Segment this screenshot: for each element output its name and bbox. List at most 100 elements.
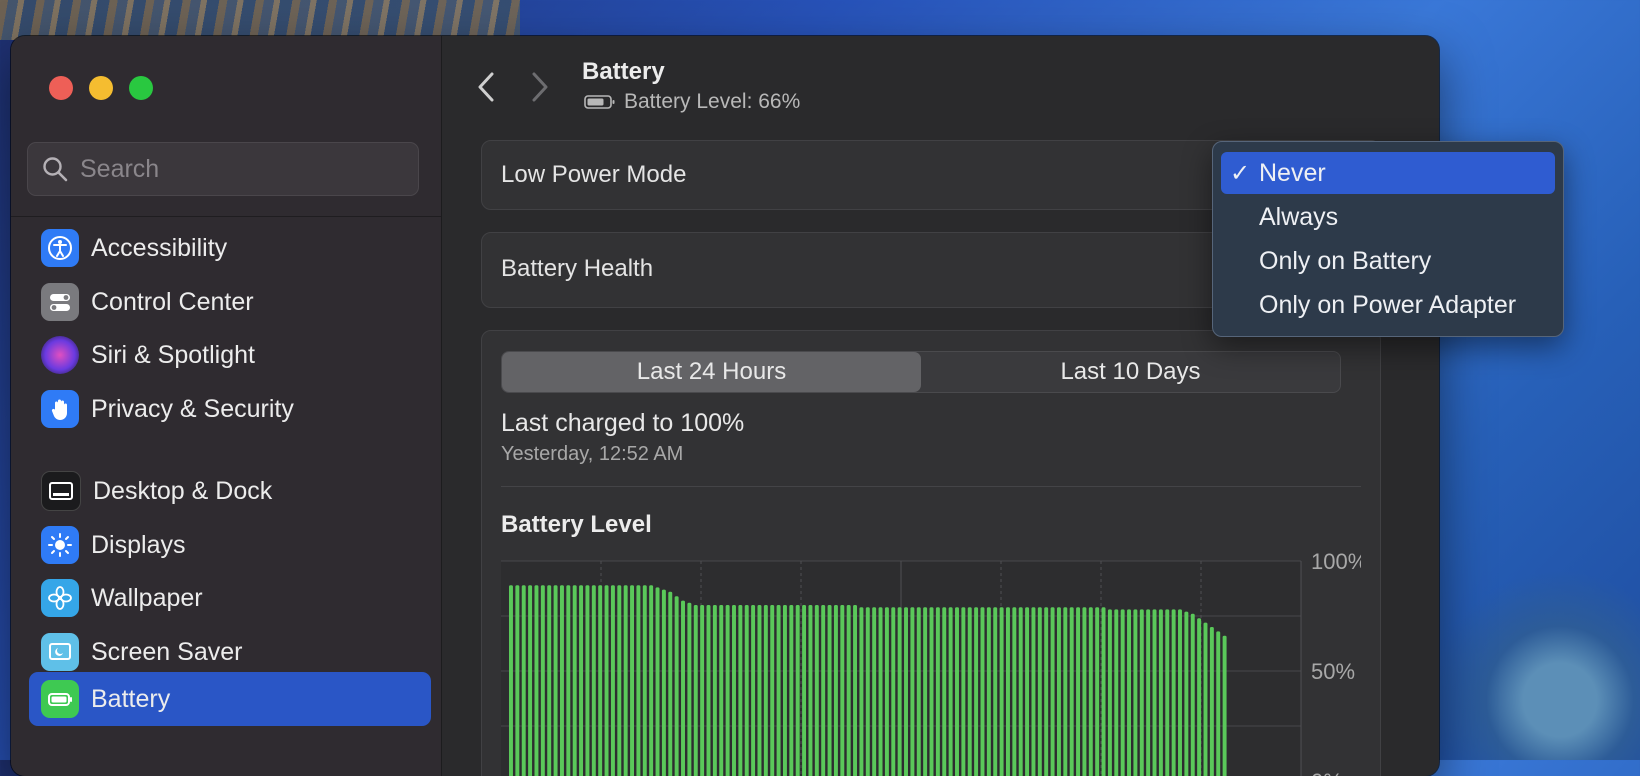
control-center-icon: [41, 283, 79, 321]
sun-icon: [41, 526, 79, 564]
chart-bar: [827, 605, 832, 776]
search-input[interactable]: [78, 153, 418, 185]
chart-bar: [540, 585, 545, 776]
wallpaper-icon: [41, 579, 79, 617]
chart-bar: [999, 607, 1004, 776]
search-field[interactable]: [27, 142, 419, 196]
chart-bar: [706, 605, 711, 776]
chart-bar: [1165, 609, 1170, 776]
card-divider: [501, 486, 1361, 487]
chart-bar: [591, 585, 596, 776]
battery-health-label: Battery Health: [501, 255, 654, 282]
chevron-right-icon: [532, 72, 548, 102]
chart-bar: [789, 605, 794, 776]
chart-bar: [1050, 607, 1055, 776]
chart-bar: [1056, 607, 1061, 776]
menu-item-only-on-battery[interactable]: Only on Battery: [1221, 240, 1555, 282]
menu-item-only-on-power-adapter[interactable]: Only on Power Adapter: [1221, 284, 1555, 326]
chart-bar: [833, 605, 838, 776]
chart-bar: [623, 585, 628, 776]
chart-bar: [1127, 609, 1132, 776]
chart-bar: [744, 605, 749, 776]
chart-bar: [1005, 607, 1010, 776]
sidebar-item-desktop-dock[interactable]: Desktop & Dock: [29, 464, 431, 518]
chart-bar: [1120, 609, 1125, 776]
tab-last-24-hours[interactable]: Last 24 Hours: [502, 352, 921, 392]
chart-bar: [547, 585, 552, 776]
dock-icon: [41, 471, 81, 511]
chart-bar: [725, 605, 730, 776]
chart-bar: [916, 607, 921, 776]
checkmark-icon: ✓: [1229, 159, 1251, 187]
chart-bar: [1101, 607, 1106, 776]
sidebar-item-screen-saver[interactable]: Screen Saver: [29, 625, 431, 679]
chart-bar: [661, 589, 666, 776]
chart-bar: [693, 605, 698, 776]
chart-bar: [904, 607, 908, 776]
chart-bar: [935, 607, 940, 776]
chart-bar: [521, 585, 526, 776]
chart-tick-label: 50%: [1311, 659, 1355, 684]
close-button[interactable]: [49, 76, 73, 100]
sidebar-item-displays[interactable]: Displays: [29, 518, 431, 572]
chart-bar: [751, 605, 756, 776]
menu-item-label: Never: [1259, 158, 1326, 187]
hand-icon: [41, 390, 79, 428]
chart-bar: [515, 585, 520, 776]
chart-bar: [1069, 607, 1074, 776]
chart-bar: [974, 607, 979, 776]
battery-level-text: Battery Level: 66%: [624, 90, 801, 113]
menu-item-label: Only on Battery: [1259, 246, 1432, 275]
chart-bar: [649, 585, 654, 776]
chart-bar: [1139, 609, 1144, 776]
chart-bar: [610, 585, 615, 776]
window-controls: [49, 76, 153, 100]
sidebar-item-siri-spotlight[interactable]: Siri & Spotlight: [29, 328, 431, 382]
zoom-button[interactable]: [129, 76, 153, 100]
chart-bar: [630, 585, 635, 776]
chart-bar: [687, 602, 692, 776]
sidebar-item-label: Screen Saver: [91, 637, 243, 666]
chart-title: Battery Level: [501, 511, 652, 538]
chart-bar: [967, 607, 972, 776]
sidebar-item-privacy-security[interactable]: Privacy & Security: [29, 382, 431, 436]
chart-bar: [1209, 627, 1214, 776]
battery-level-chart: 100% 50% 0%: [501, 549, 1361, 776]
chart-bar: [1171, 609, 1176, 776]
chart-bar: [566, 585, 571, 776]
sidebar-item-accessibility[interactable]: Accessibility: [29, 221, 431, 275]
forward-button[interactable]: [528, 70, 552, 113]
chart-bar: [980, 607, 985, 776]
chart-bar: [1018, 607, 1023, 776]
chart-bar: [757, 605, 762, 776]
menu-item-always[interactable]: Always: [1221, 196, 1555, 238]
chart-bar: [1133, 609, 1138, 776]
tab-last-10-days[interactable]: Last 10 Days: [921, 352, 1340, 392]
minimize-button[interactable]: [89, 76, 113, 100]
chart-bar: [636, 585, 641, 776]
sidebar-item-control-center[interactable]: Control Center: [29, 275, 431, 329]
siri-icon: [41, 336, 79, 374]
sidebar-item-battery[interactable]: Battery: [29, 672, 431, 726]
last-charged-text: Last charged to 100%: [501, 409, 745, 437]
chart-bar: [942, 607, 947, 776]
chart-bar: [553, 585, 558, 776]
sidebar-item-label: Desktop & Dock: [93, 476, 273, 505]
chart-bar: [1190, 613, 1195, 776]
menu-item-never[interactable]: ✓ Never: [1221, 152, 1555, 194]
chart-bar: [598, 585, 603, 776]
sidebar-item-wallpaper[interactable]: Wallpaper: [29, 571, 431, 625]
chart-bar: [1107, 609, 1112, 776]
chart-bar: [642, 585, 647, 776]
back-button[interactable]: [474, 70, 498, 113]
chart-bar: [700, 605, 705, 776]
wallpaper-coral-bottom: [1440, 560, 1640, 760]
chart-bar: [872, 607, 877, 776]
chart-bar: [719, 605, 724, 776]
chart-bar: [1178, 609, 1182, 776]
chart-bar: [1184, 611, 1189, 776]
chart-bar: [1076, 607, 1081, 776]
chart-bar: [559, 585, 564, 776]
chart-bar: [668, 591, 673, 776]
chart-bar: [910, 607, 915, 776]
